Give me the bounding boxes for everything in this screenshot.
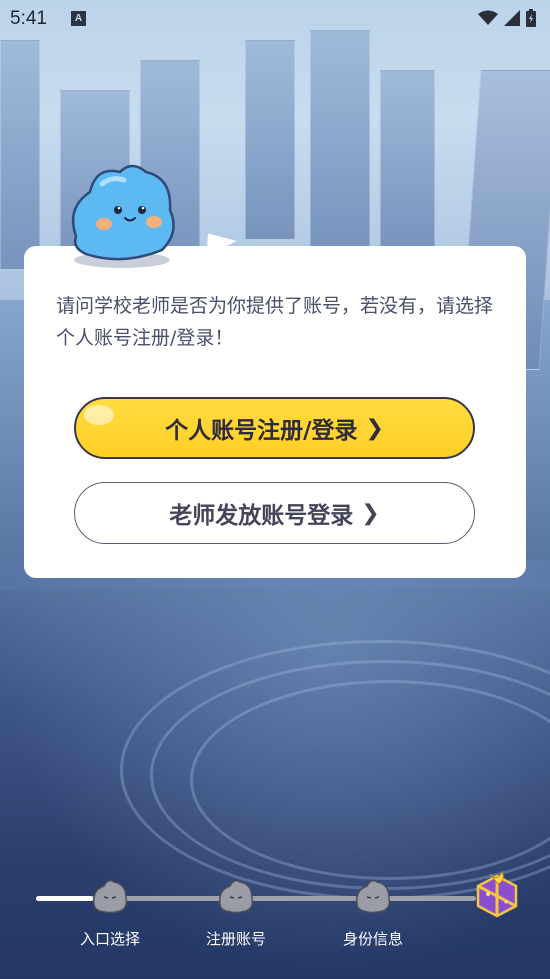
mascot-icon — [71, 164, 175, 268]
button-shine — [84, 405, 114, 425]
building — [380, 70, 435, 250]
teacher-account-login-label: 老师发放账号登录 — [169, 503, 354, 529]
status-bar: 5:41 A — [0, 0, 550, 36]
status-time: 5:41 — [10, 8, 47, 29]
notification-icon: A — [71, 11, 86, 26]
building — [245, 40, 295, 240]
signal-icon — [504, 10, 520, 26]
chevron-right-icon: ❯ — [361, 500, 380, 526]
step-label: 入口选择 — [79, 930, 140, 948]
personal-account-register-label: 个人账号注册/登录 — [165, 418, 358, 444]
bun-mascot-icon — [355, 879, 391, 914]
building — [310, 30, 370, 250]
step-register-account: 注册账号 — [191, 878, 281, 949]
step-label: 身份信息 — [342, 930, 403, 948]
building — [0, 40, 40, 270]
teacher-account-login-button[interactable]: 老师发放账号登录 ❯ — [74, 482, 475, 544]
bun-mascot-icon — [218, 879, 254, 914]
chevron-right-icon: ❯ — [365, 415, 384, 441]
wifi-icon — [478, 10, 498, 25]
dialog-prompt: 请问学校老师是否为你提供了账号，若没有，请选择个人账号注册/登录！ — [56, 295, 494, 349]
account-choice-dialog: 请问学校老师是否为你提供了账号，若没有，请选择个人账号注册/登录！ 个人账号注册… — [24, 246, 526, 578]
bun-mascot-icon — [92, 879, 128, 914]
battery-icon — [526, 9, 536, 27]
step-label: 注册账号 — [205, 930, 266, 948]
status-icons — [478, 9, 536, 27]
personal-account-register-button[interactable]: 个人账号注册/登录 ❯ — [74, 397, 475, 459]
step-entry-selection: 入口选择 — [65, 878, 155, 949]
step-identity-info: 身份信息 — [328, 878, 418, 949]
gift-box-icon — [476, 870, 518, 918]
